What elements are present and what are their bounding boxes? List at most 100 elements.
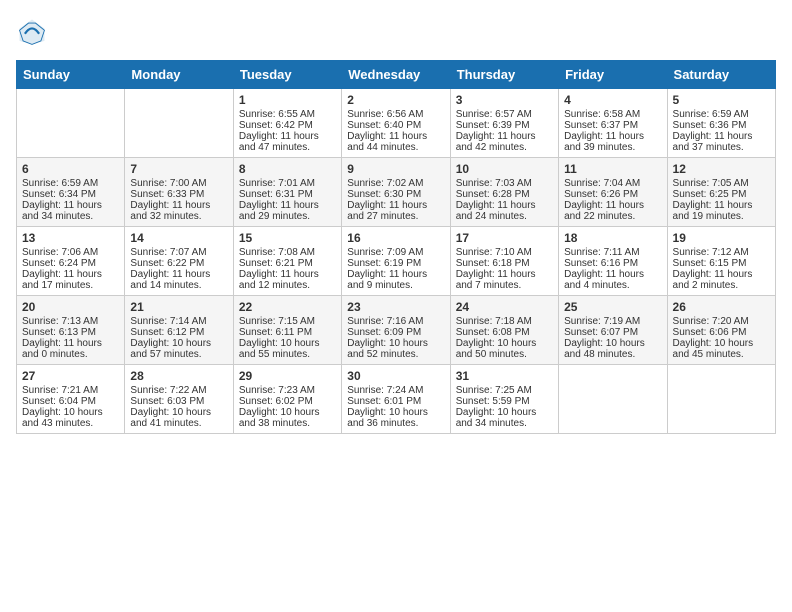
sunrise-text: Sunrise: 7:07 AM <box>130 247 227 258</box>
sunrise-text: Sunrise: 6:59 AM <box>22 178 119 189</box>
sunrise-text: Sunrise: 7:03 AM <box>456 178 553 189</box>
day-number: 22 <box>239 300 336 314</box>
day-number: 27 <box>22 369 119 383</box>
daylight-text: Daylight: 11 hours and 32 minutes. <box>130 200 227 222</box>
daylight-text: Daylight: 11 hours and 4 minutes. <box>564 269 661 291</box>
sunrise-text: Sunrise: 7:11 AM <box>564 247 661 258</box>
sunrise-text: Sunrise: 6:57 AM <box>456 109 553 120</box>
sunset-text: Sunset: 6:12 PM <box>130 327 227 338</box>
calendar-day-cell <box>125 89 233 158</box>
calendar-day-cell: 18Sunrise: 7:11 AMSunset: 6:16 PMDayligh… <box>559 227 667 296</box>
daylight-text: Daylight: 11 hours and 34 minutes. <box>22 200 119 222</box>
sunset-text: Sunset: 6:28 PM <box>456 189 553 200</box>
weekday-header-saturday: Saturday <box>667 61 775 89</box>
calendar-day-cell: 6Sunrise: 6:59 AMSunset: 6:34 PMDaylight… <box>17 158 125 227</box>
day-number: 14 <box>130 231 227 245</box>
calendar-day-cell: 21Sunrise: 7:14 AMSunset: 6:12 PMDayligh… <box>125 296 233 365</box>
calendar-day-cell: 24Sunrise: 7:18 AMSunset: 6:08 PMDayligh… <box>450 296 558 365</box>
day-number: 2 <box>347 93 444 107</box>
daylight-text: Daylight: 10 hours and 55 minutes. <box>239 338 336 360</box>
sunrise-text: Sunrise: 6:55 AM <box>239 109 336 120</box>
daylight-text: Daylight: 11 hours and 39 minutes. <box>564 131 661 153</box>
calendar-day-cell: 25Sunrise: 7:19 AMSunset: 6:07 PMDayligh… <box>559 296 667 365</box>
sunrise-text: Sunrise: 7:09 AM <box>347 247 444 258</box>
calendar-day-cell <box>559 365 667 434</box>
day-number: 24 <box>456 300 553 314</box>
calendar-day-cell: 27Sunrise: 7:21 AMSunset: 6:04 PMDayligh… <box>17 365 125 434</box>
calendar-day-cell: 10Sunrise: 7:03 AMSunset: 6:28 PMDayligh… <box>450 158 558 227</box>
day-number: 3 <box>456 93 553 107</box>
calendar-day-cell: 12Sunrise: 7:05 AMSunset: 6:25 PMDayligh… <box>667 158 775 227</box>
sunset-text: Sunset: 6:25 PM <box>673 189 770 200</box>
sunset-text: Sunset: 6:33 PM <box>130 189 227 200</box>
sunset-text: Sunset: 6:02 PM <box>239 396 336 407</box>
sunrise-text: Sunrise: 7:13 AM <box>22 316 119 327</box>
daylight-text: Daylight: 11 hours and 37 minutes. <box>673 131 770 153</box>
sunset-text: Sunset: 6:26 PM <box>564 189 661 200</box>
day-number: 31 <box>456 369 553 383</box>
calendar-day-cell <box>667 365 775 434</box>
calendar-day-cell: 17Sunrise: 7:10 AMSunset: 6:18 PMDayligh… <box>450 227 558 296</box>
sunrise-text: Sunrise: 6:56 AM <box>347 109 444 120</box>
sunrise-text: Sunrise: 7:21 AM <box>22 385 119 396</box>
calendar-day-cell: 9Sunrise: 7:02 AMSunset: 6:30 PMDaylight… <box>342 158 450 227</box>
calendar-day-cell: 29 Sunrise: 7:23 AMSunset: 6:02 PMDayligh… <box>233 365 341 434</box>
daylight-text: Daylight: 10 hours and 52 minutes. <box>347 338 444 360</box>
daylight-text: Daylight: 11 hours and 17 minutes. <box>22 269 119 291</box>
day-number: 30 <box>347 369 444 383</box>
day-number: 17 <box>456 231 553 245</box>
sunrise-text: Sunrise: 7:14 AM <box>130 316 227 327</box>
daylight-text: Daylight: 10 hours and 57 minutes. <box>130 338 227 360</box>
daylight-text: Daylight: 10 hours and 38 minutes. <box>239 407 336 429</box>
weekday-header-friday: Friday <box>559 61 667 89</box>
sunrise-text: Sunrise: 7:16 AM <box>347 316 444 327</box>
calendar-day-cell: 26Sunrise: 7:20 AMSunset: 6:06 PMDayligh… <box>667 296 775 365</box>
sunrise-text: Sunrise: 7:18 AM <box>456 316 553 327</box>
sunrise-text: Sunrise: 7:02 AM <box>347 178 444 189</box>
daylight-text: Daylight: 11 hours and 29 minutes. <box>239 200 336 222</box>
sunrise-text: Sunrise: 7:24 AM <box>347 385 444 396</box>
weekday-header-tuesday: Tuesday <box>233 61 341 89</box>
daylight-text: Daylight: 11 hours and 19 minutes. <box>673 200 770 222</box>
sunset-text: Sunset: 6:18 PM <box>456 258 553 269</box>
calendar-table: SundayMondayTuesdayWednesdayThursdayFrid… <box>16 60 776 434</box>
calendar-day-cell: 7 Sunrise: 7:00 AMSunset: 6:33 PMDaylight… <box>125 158 233 227</box>
sunset-text: Sunset: 6:06 PM <box>673 327 770 338</box>
daylight-text: Daylight: 10 hours and 41 minutes. <box>130 407 227 429</box>
weekday-header-row: SundayMondayTuesdayWednesdayThursdayFrid… <box>17 61 776 89</box>
daylight-text: Daylight: 11 hours and 2 minutes. <box>673 269 770 291</box>
daylight-text: Daylight: 11 hours and 7 minutes. <box>456 269 553 291</box>
calendar-week-row: 20Sunrise: 7:13 AMSunset: 6:13 PMDayligh… <box>17 296 776 365</box>
calendar-day-cell: 4 Sunrise: 6:58 AMSunset: 6:37 PMDaylight… <box>559 89 667 158</box>
sunrise-text: Sunrise: 6:58 AM <box>564 109 661 120</box>
sunset-text: Sunset: 6:37 PM <box>564 120 661 131</box>
page-header <box>16 16 776 48</box>
weekday-header-sunday: Sunday <box>17 61 125 89</box>
daylight-text: Daylight: 11 hours and 9 minutes. <box>347 269 444 291</box>
calendar-day-cell: 8Sunrise: 7:01 AMSunset: 6:31 PMDaylight… <box>233 158 341 227</box>
calendar-day-cell: 22Sunrise: 7:15 AMSunset: 6:11 PMDayligh… <box>233 296 341 365</box>
calendar-day-cell: 15Sunrise: 7:08 AMSunset: 6:21 PMDayligh… <box>233 227 341 296</box>
calendar-week-row: 1Sunrise: 6:55 AMSunset: 6:42 PMDaylight… <box>17 89 776 158</box>
sunrise-text: Sunrise: 7:22 AM <box>130 385 227 396</box>
day-number: 15 <box>239 231 336 245</box>
day-number: 29 <box>239 369 336 383</box>
calendar-day-cell: 14Sunrise: 7:07 AMSunset: 6:22 PMDayligh… <box>125 227 233 296</box>
calendar-week-row: 6Sunrise: 6:59 AMSunset: 6:34 PMDaylight… <box>17 158 776 227</box>
day-number: 20 <box>22 300 119 314</box>
sunset-text: Sunset: 6:01 PM <box>347 396 444 407</box>
calendar-day-cell: 2Sunrise: 6:56 AMSunset: 6:40 PMDaylight… <box>342 89 450 158</box>
day-number: 4 <box>564 93 661 107</box>
day-number: 7 <box>130 162 227 176</box>
sunrise-text: Sunrise: 7:00 AM <box>130 178 227 189</box>
sunset-text: Sunset: 6:42 PM <box>239 120 336 131</box>
sunrise-text: Sunrise: 7:12 AM <box>673 247 770 258</box>
sunrise-text: Sunrise: 7:01 AM <box>239 178 336 189</box>
sunrise-text: Sunrise: 6:59 AM <box>673 109 770 120</box>
day-number: 10 <box>456 162 553 176</box>
day-number: 13 <box>22 231 119 245</box>
sunset-text: Sunset: 6:21 PM <box>239 258 336 269</box>
sunrise-text: Sunrise: 7:23 AM <box>239 385 336 396</box>
daylight-text: Daylight: 10 hours and 43 minutes. <box>22 407 119 429</box>
calendar-day-cell: 5Sunrise: 6:59 AMSunset: 6:36 PMDaylight… <box>667 89 775 158</box>
